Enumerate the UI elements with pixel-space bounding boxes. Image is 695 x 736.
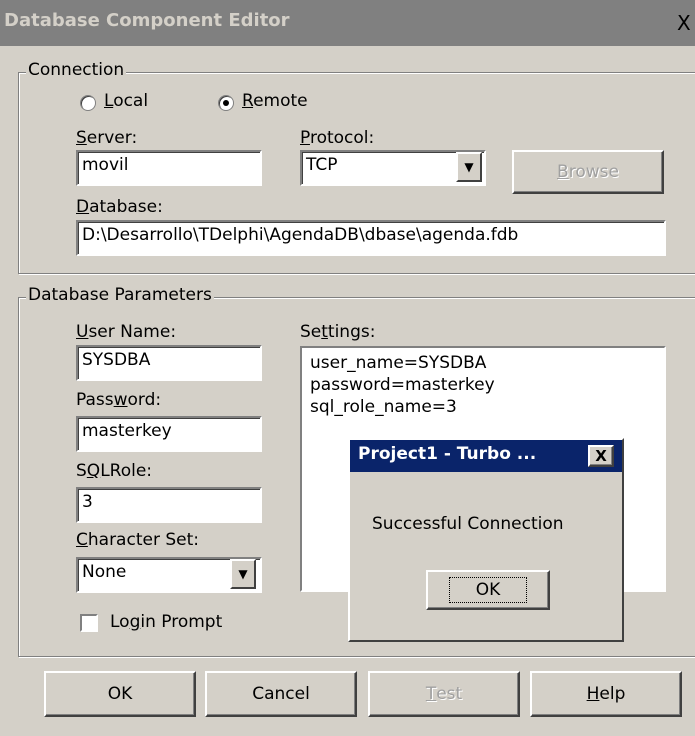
help-button[interactable]: Help (530, 671, 682, 717)
settings-line: sql_role_name=3 (310, 397, 457, 417)
username-label: User Name: (76, 322, 177, 342)
parameters-group-label: Database Parameters (26, 285, 214, 305)
local-radio[interactable] (80, 95, 96, 111)
login-prompt-checkbox[interactable] (80, 614, 98, 632)
radio-selected-dot (223, 100, 229, 106)
message-ok-label: OK (448, 577, 528, 603)
remote-radio-label[interactable]: Remote (242, 91, 308, 111)
settings-line: password=masterkey (310, 375, 495, 395)
protocol-label: Protocol: (300, 128, 375, 148)
chevron-down-icon[interactable]: ▼ (230, 559, 256, 589)
charset-value: None (82, 562, 127, 582)
window-title: Database Component Editor (4, 10, 290, 31)
test-button[interactable]: Test (368, 671, 520, 717)
login-prompt-label[interactable]: Login Prompt (110, 612, 222, 632)
cancel-button[interactable]: Cancel (205, 671, 357, 717)
close-icon[interactable]: X (677, 12, 695, 34)
server-input[interactable]: movil (76, 150, 262, 186)
password-input[interactable]: masterkey (76, 416, 262, 452)
database-label: Database: (76, 197, 163, 217)
ok-button[interactable]: OK (44, 671, 196, 717)
connection-group-label: Connection (26, 60, 127, 80)
local-radio-label[interactable]: Local (104, 91, 148, 111)
chevron-down-icon[interactable]: ▼ (456, 152, 482, 182)
close-icon[interactable]: X (588, 445, 614, 467)
charset-label: Character Set: (76, 530, 199, 550)
password-label: Password: (76, 390, 162, 410)
protocol-value: TCP (306, 155, 338, 175)
sqlrole-input[interactable]: 3 (76, 487, 262, 523)
settings-line: user_name=SYSDBA (310, 353, 487, 373)
sqlrole-label: SQLRole: (76, 461, 153, 481)
server-label: Server: (76, 128, 138, 148)
message-ok-button[interactable]: OK (426, 570, 550, 610)
database-input[interactable]: D:\Desarrollo\TDelphi\AgendaDB\dbase\age… (76, 220, 666, 256)
remote-radio[interactable] (218, 95, 234, 111)
settings-label: Settings: (300, 322, 376, 342)
message-text: Successful Connection (372, 514, 564, 534)
message-title: Project1 - Turbo ... (358, 444, 537, 464)
browse-button[interactable]: Browse (512, 150, 664, 194)
username-input[interactable]: SYSDBA (76, 345, 262, 381)
message-dialog: Project1 - Turbo ... X Successful Connec… (348, 438, 624, 642)
